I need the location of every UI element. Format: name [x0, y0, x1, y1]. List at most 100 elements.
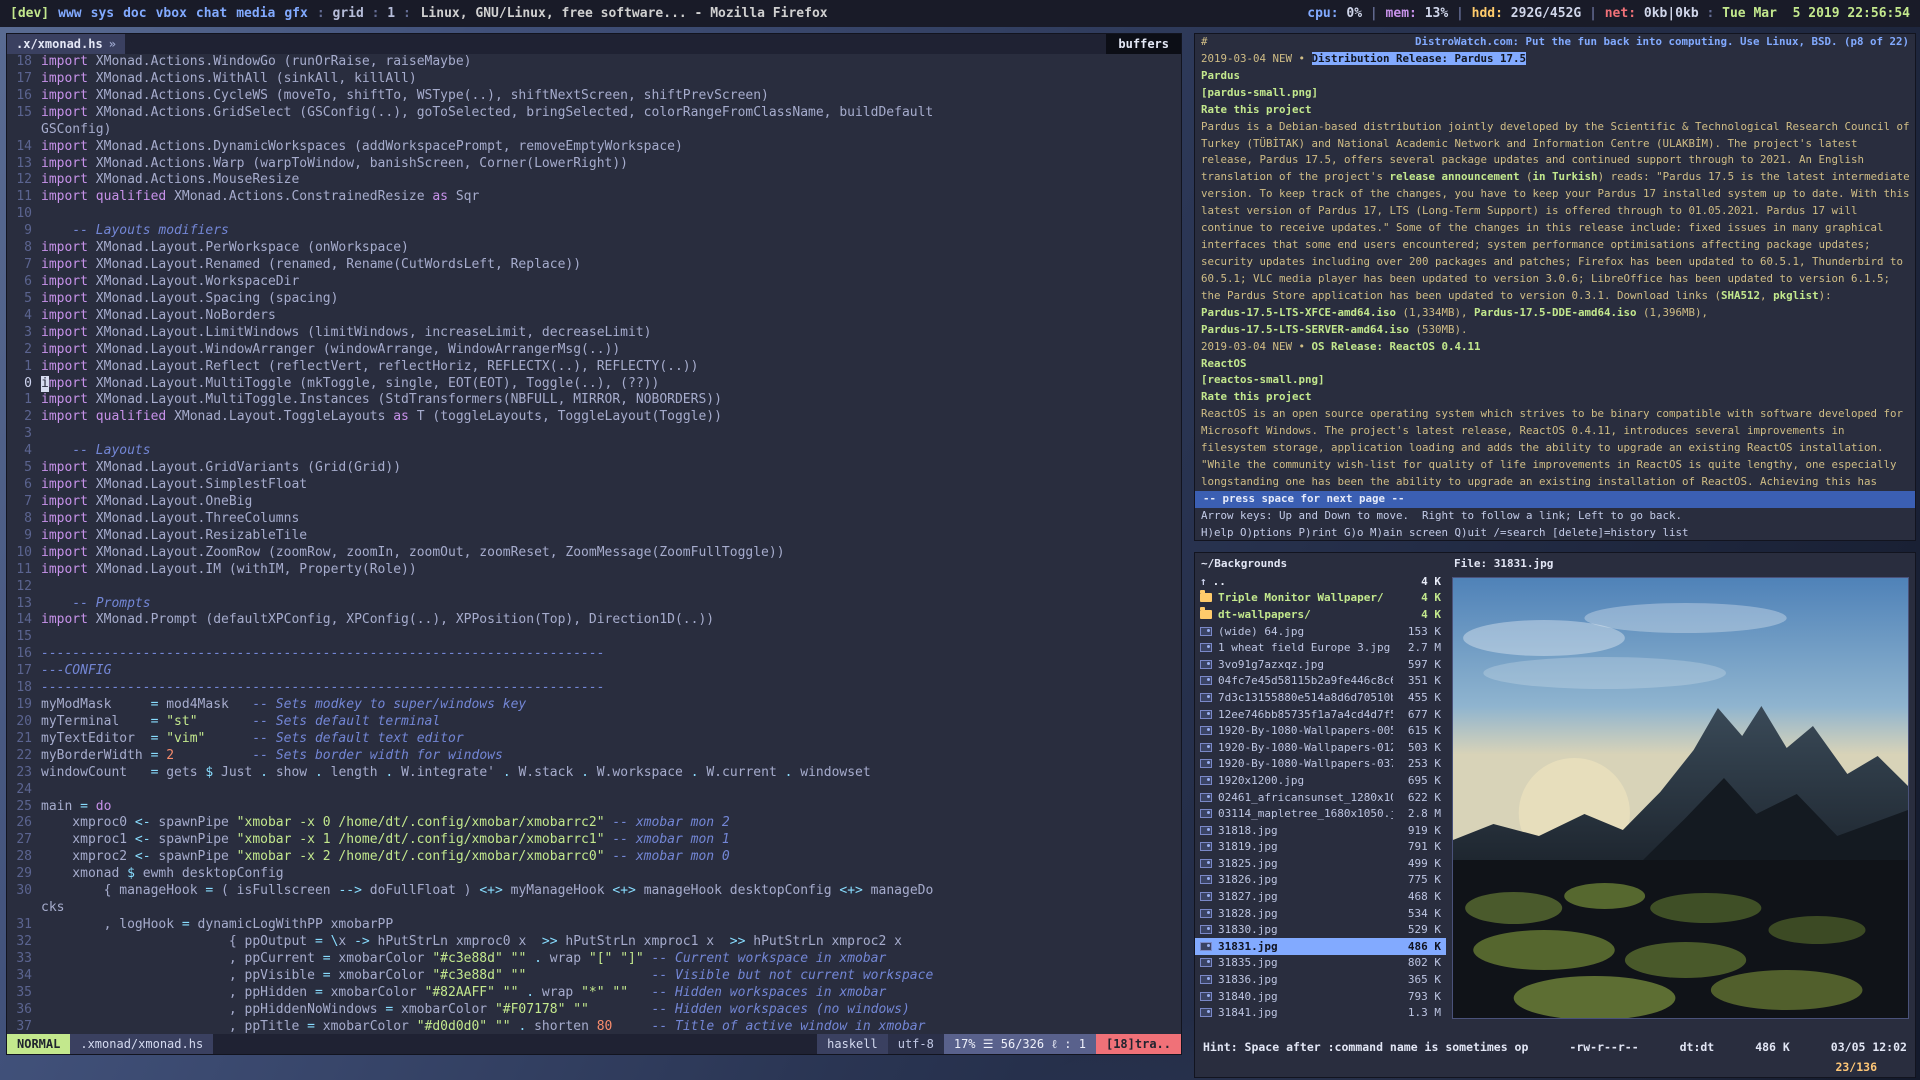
file-row[interactable]: 1920-By-1080-Wallpapers-037.jpg253 K	[1195, 756, 1446, 773]
file-row[interactable]: 31841.jpg1.3 M	[1195, 1004, 1446, 1021]
link[interactable]: ReactOS	[1201, 357, 1247, 370]
workspace-item[interactable]: sys	[91, 6, 114, 21]
file-name: ..	[1213, 575, 1393, 588]
file-row[interactable]: 1920x1200.jpg695 K	[1195, 772, 1446, 789]
file-row[interactable]: 31818.jpg919 K	[1195, 822, 1446, 839]
link[interactable]: Pardus-17.5-LTS-SERVER-amd64.iso	[1201, 323, 1409, 336]
topbar-left: [dev]wwwsysdocvboxchatmediagfx : grid : …	[10, 6, 828, 21]
line-number: 14	[7, 139, 41, 156]
line-number: 18	[7, 54, 41, 71]
code-line: 11import qualified XMonad.Actions.Constr…	[7, 189, 1181, 206]
cursor: i	[41, 376, 49, 393]
line-number: 20	[7, 714, 41, 731]
link[interactable]: Rate this project	[1201, 103, 1312, 116]
file-name: 31830.jpg	[1218, 923, 1393, 936]
buffers-button[interactable]: buffers	[1106, 34, 1181, 54]
file-row[interactable]: 31840.jpg793 K	[1195, 988, 1446, 1005]
file-manager-window[interactable]: ~/Backgrounds File: 31831.jpg ↑..4 KTrip…	[1194, 552, 1916, 1078]
workspace-item[interactable]: media	[236, 6, 275, 21]
image-icon	[1200, 1008, 1212, 1017]
code-line: 9 -- Layouts modifiers	[7, 223, 1181, 240]
file-row[interactable]: 12ee746bb85735f1a7a4cd4d7f581b5c.jpg677 …	[1195, 706, 1446, 723]
file-name: 1920-By-1080-Wallpapers-012.jpg	[1218, 741, 1393, 754]
code-line: 9import XMonad.Layout.ResizableTile	[7, 528, 1181, 545]
file-row[interactable]: 31827.jpg468 K	[1195, 888, 1446, 905]
line-number: 7	[7, 257, 41, 274]
line-number: 0	[7, 376, 41, 393]
file-name: 1920-By-1080-Wallpapers-037.jpg	[1218, 757, 1393, 770]
selected-link[interactable]: Distribution Release: Pardus 17.5	[1312, 52, 1527, 65]
file-row[interactable]: dt-wallpapers/4 K	[1195, 606, 1446, 623]
link[interactable]: [reactos-small.png]	[1201, 373, 1325, 386]
text-line: Pardus-17.5-LTS-XFCE-amd64.iso (1,334MB)…	[1201, 305, 1909, 322]
workspace-item[interactable]: www	[58, 6, 81, 21]
workspace-item[interactable]: vbox	[156, 6, 187, 21]
file-row[interactable]: 3vo91g7azxqz.jpg597 K	[1195, 656, 1446, 673]
browser-window[interactable]: #DistroWatch.com: Put the fun back into …	[1194, 33, 1916, 541]
workspace-item[interactable]: gfx	[284, 6, 307, 21]
file-name: 02461_africansunset_1280x1024.jpg	[1218, 791, 1393, 804]
link[interactable]: in Turkish	[1533, 170, 1598, 183]
image-icon	[1200, 627, 1212, 636]
code-line: GSConfig)	[7, 122, 1181, 139]
folder-icon	[1200, 593, 1212, 602]
workspace-item[interactable]: doc	[123, 6, 146, 21]
link[interactable]: [pardus-small.png]	[1201, 86, 1318, 99]
file-row[interactable]: 04fc7e45d58115b2a9fe446c8c635886b694e108…	[1195, 673, 1446, 690]
line-number: 12	[7, 172, 41, 189]
file-row[interactable]: 31836.jpg365 K	[1195, 971, 1446, 988]
vim-warning-badge: [18]tra..	[1096, 1034, 1181, 1054]
code-line: 7import XMonad.Layout.Renamed (renamed, …	[7, 257, 1181, 274]
file-size: 791 K	[1399, 840, 1441, 853]
workspace-item[interactable]: chat	[196, 6, 227, 21]
file-size: 1.3 M	[1399, 1006, 1441, 1019]
text-line: #DistroWatch.com: Put the fun back into …	[1201, 34, 1909, 51]
tab-xmonad-hs[interactable]: .x/xmonad.hs »	[7, 34, 125, 54]
file-row[interactable]: ↑..4 K	[1195, 573, 1446, 590]
file-owner: dt:dt	[1680, 1040, 1715, 1054]
file-row[interactable]: 31835.jpg802 K	[1195, 955, 1446, 972]
image-icon	[1200, 925, 1212, 934]
stat-value: 0%	[1346, 6, 1362, 21]
line-number: 11	[7, 189, 41, 206]
file-row[interactable]: 7d3c13155880e514a8d6d70510be449a.jpg455 …	[1195, 689, 1446, 706]
vifm-header: ~/Backgrounds File: 31831.jpg	[1195, 553, 1915, 573]
file-row[interactable]: 03114_mapletree_1680x1050.jpg2.8 M	[1195, 805, 1446, 822]
file-row[interactable]: 1920-By-1080-Wallpapers-005.jpg615 K	[1195, 722, 1446, 739]
file-row[interactable]: 31826.jpg775 K	[1195, 872, 1446, 889]
link[interactable]: OS Release: ReactOS 0.4.11	[1312, 340, 1481, 353]
vim-window[interactable]: .x/xmonad.hs » buffers 18import XMonad.A…	[6, 33, 1182, 1055]
text-line: Arrow keys: Up and Down to move. Right t…	[1201, 508, 1909, 525]
code-line: 29 xmonad $ ewmh desktopConfig	[7, 866, 1181, 883]
link[interactable]: Pardus-17.5-LTS-XFCE-amd64.iso	[1201, 306, 1396, 319]
link[interactable]: Pardus	[1201, 69, 1240, 82]
code-line: 24	[7, 782, 1181, 799]
file-row[interactable]: 31825.jpg499 K	[1195, 855, 1446, 872]
link[interactable]: SHA512	[1721, 289, 1760, 302]
topbar-stats: cpu: 0% | mem: 13% | hdd: 292G/452G | ne…	[1307, 6, 1910, 21]
file-row[interactable]: 1 wheat field Europe 3.jpg2.7 M	[1195, 639, 1446, 656]
text-line: filesystem storage, application loading …	[1201, 440, 1909, 457]
file-row[interactable]: 31828.jpg534 K	[1195, 905, 1446, 922]
code-line: 27 xmproc1 <- spawnPipe "xmobar -x 1 /ho…	[7, 832, 1181, 849]
file-row[interactable]: (wide) 64.jpg153 K	[1195, 623, 1446, 640]
file-row[interactable]: 02461_africansunset_1280x1024.jpg622 K	[1195, 789, 1446, 806]
file-row[interactable]: 31830.jpg529 K	[1195, 921, 1446, 938]
vim-buffer[interactable]: 18import XMonad.Actions.WindowGo (runOrR…	[7, 54, 1181, 1034]
link[interactable]: Rate this project	[1201, 390, 1312, 403]
link[interactable]: release announcement	[1390, 170, 1520, 183]
file-row[interactable]: 31831.jpg486 K	[1195, 938, 1446, 955]
current-directory: ~/Backgrounds	[1195, 557, 1446, 570]
tab-label: .x/xmonad.hs	[16, 37, 103, 51]
link[interactable]: pkglist	[1773, 289, 1819, 302]
workspace-current[interactable]: [dev]	[10, 6, 49, 21]
file-row[interactable]: 31819.jpg791 K	[1195, 839, 1446, 856]
file-name: dt-wallpapers/	[1218, 608, 1393, 621]
file-size: 4 K	[1399, 591, 1441, 604]
code-line: 32 { ppOutput = \x -> hPutStrLn xmproc0 …	[7, 934, 1181, 951]
file-row[interactable]: 1920-By-1080-Wallpapers-012.jpg503 K	[1195, 739, 1446, 756]
line-number: 12	[7, 579, 41, 596]
link[interactable]: Pardus-17.5-DDE-amd64.iso	[1474, 306, 1637, 319]
file-row[interactable]: Triple Monitor Wallpaper/4 K	[1195, 590, 1446, 607]
code-line: 15import XMonad.Actions.GridSelect (GSCo…	[7, 105, 1181, 122]
